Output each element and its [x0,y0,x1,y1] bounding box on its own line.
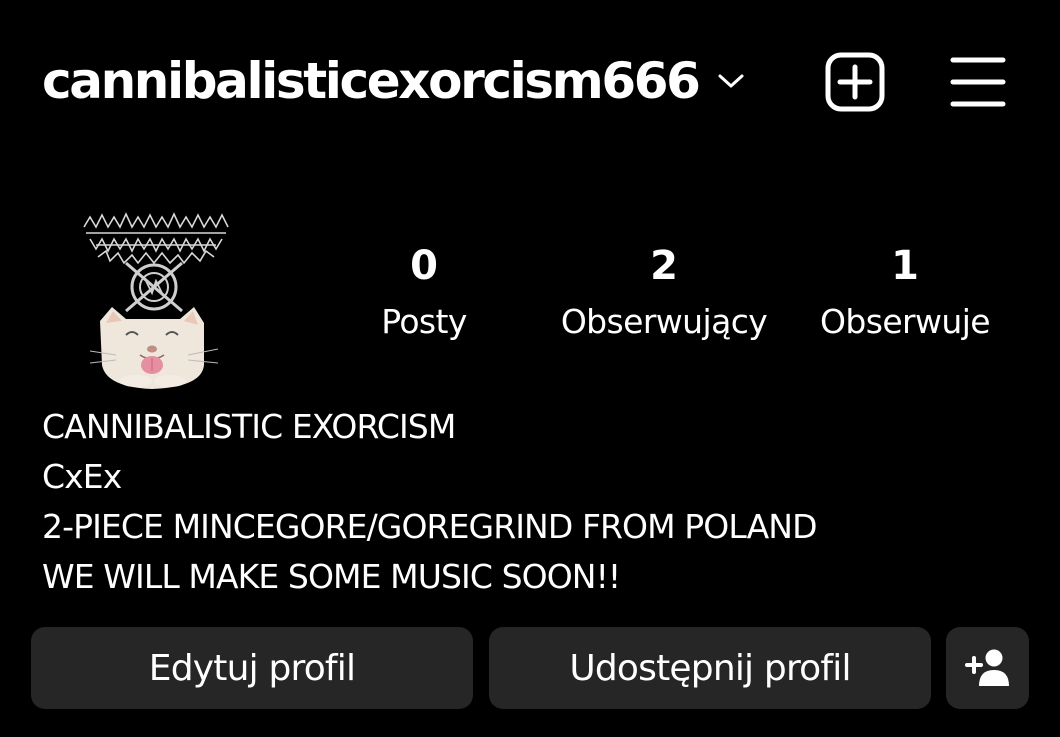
bio-line: WE WILL MAKE SOME MUSIC SOON!! [42,557,621,596]
create-post-button[interactable] [825,52,885,112]
profile-header: cannibalisticexorcism666 [0,0,1060,165]
account-switcher[interactable]: cannibalisticexorcism666 [42,50,745,112]
share-profile-button[interactable]: Udostępnij profil [489,627,931,709]
hamburger-menu-icon [950,57,1006,107]
bio-line: 2-PIECE MINCEGORE/GOREGRIND FROM POLAND [42,507,817,546]
posts-label: Posty [381,302,467,341]
following-label: Obserwuje [820,302,991,341]
posts-count: 0 [410,243,438,289]
add-person-icon [964,649,1009,686]
stat-following[interactable]: 1 Obserwuje [805,238,1005,350]
menu-button[interactable] [950,56,1006,108]
following-count: 1 [891,243,919,289]
discover-people-button[interactable] [946,627,1029,709]
followers-count: 2 [650,243,678,289]
edit-profile-label: Edytuj profil [148,647,356,689]
bio-line: CxEx [42,457,122,496]
stat-posts[interactable]: 0 Posty [344,238,504,350]
followers-label: Obserwujący [560,302,768,341]
share-profile-label: Udostępnij profil [569,647,851,689]
edit-profile-button[interactable]: Edytuj profil [31,627,473,709]
bio-name: CANNIBALISTIC EXORCISM [42,407,456,446]
stat-followers[interactable]: 2 Obserwujący [544,238,784,350]
profile-bio: CANNIBALISTIC EXORCISM CxEx 2-PIECE MINC… [42,402,1042,602]
plus-square-icon [825,52,885,112]
profile-stats: 0 Posty 2 Obserwujący 1 Obserwuje [0,238,1060,348]
username: cannibalisticexorcism666 [42,52,701,110]
chevron-down-icon[interactable] [717,71,745,91]
